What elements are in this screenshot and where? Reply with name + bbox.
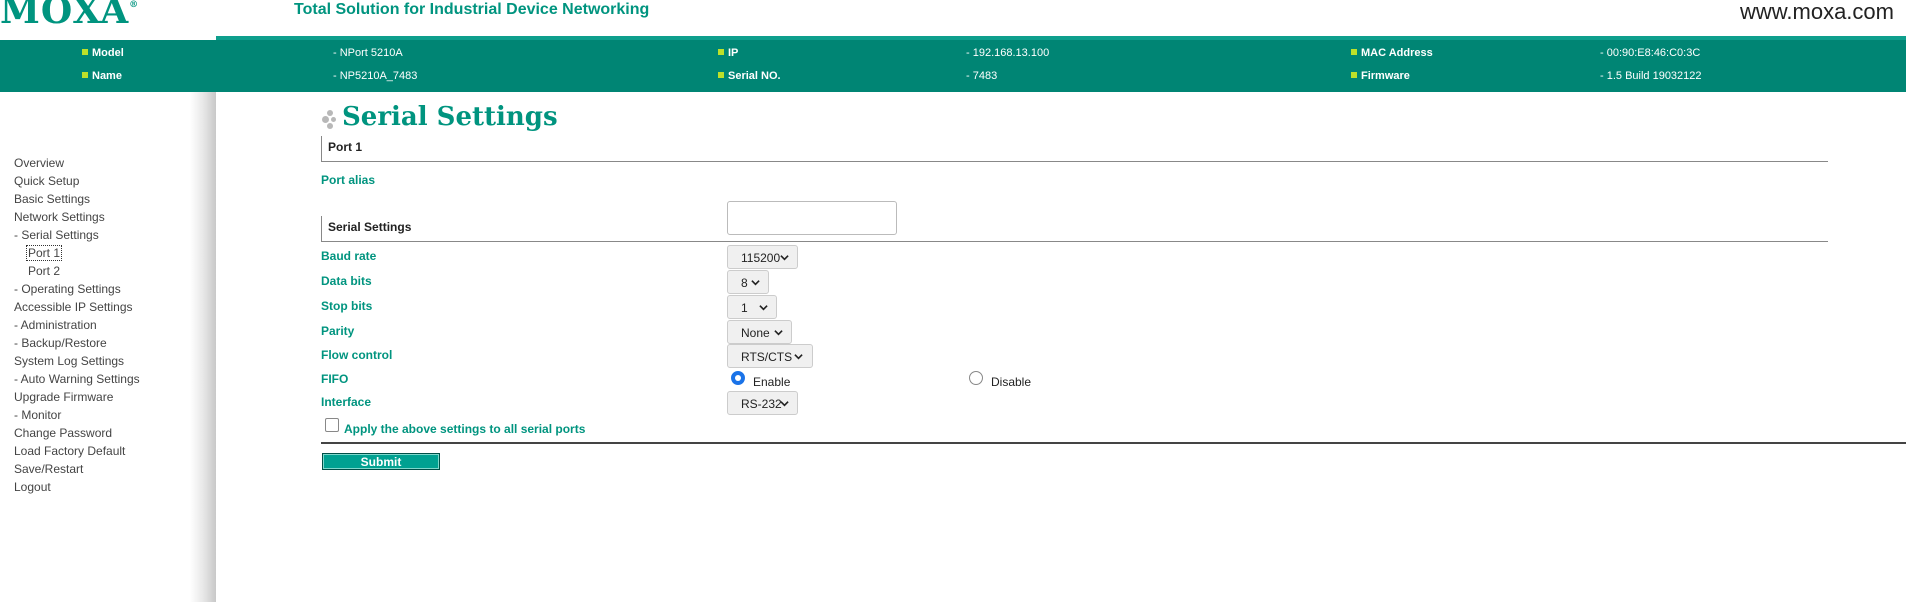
model-value: - NPort 5210A bbox=[333, 47, 403, 59]
sidebar-item-port-2[interactable]: Port 2 bbox=[28, 264, 60, 278]
sidebar-item-serial-settings[interactable]: - Serial Settings bbox=[14, 228, 99, 242]
moxa-logo: MOXA® bbox=[0, 0, 139, 32]
port-section-header: Port 1 bbox=[321, 136, 1828, 162]
website-link[interactable]: www.moxa.com bbox=[1740, 0, 1894, 25]
mac-label: MAC Address bbox=[1351, 47, 1433, 59]
sidebar-item-operating-settings[interactable]: - Operating Settings bbox=[14, 282, 121, 296]
mac-label-text: MAC Address bbox=[1361, 47, 1433, 59]
sidebar-item-accessible-ip-settings[interactable]: Accessible IP Settings bbox=[14, 300, 133, 314]
data-bits-select[interactable]: 8 bbox=[727, 270, 769, 294]
sidebar-item-upgrade-firmware[interactable]: Upgrade Firmware bbox=[14, 390, 113, 404]
interface-label: Interface bbox=[321, 395, 372, 409]
serial-section-header: Serial Settings bbox=[321, 216, 1828, 242]
flow-control-select[interactable]: RTS/CTS bbox=[727, 344, 813, 368]
ip-value: - 192.168.13.100 bbox=[966, 47, 1050, 59]
sidebar-item-overview[interactable]: Overview bbox=[14, 156, 64, 170]
sidebar-item-administration[interactable]: - Administration bbox=[14, 318, 97, 332]
baud-rate-value: 115200 bbox=[741, 251, 781, 265]
stop-bits-select[interactable]: 1 bbox=[727, 295, 777, 319]
sidebar-nav: Overview Quick Setup Basic Settings Netw… bbox=[0, 92, 216, 602]
model-label: Model bbox=[82, 47, 124, 59]
data-bits-label: Data bits bbox=[321, 274, 372, 288]
main-content: Serial Settings Port 1 Port alias Serial… bbox=[216, 92, 1906, 602]
sidebar-item-save-restart[interactable]: Save/Restart bbox=[14, 462, 83, 476]
chevron-down-icon bbox=[751, 280, 760, 286]
chevron-down-icon bbox=[759, 305, 768, 311]
bullet-icon bbox=[82, 49, 88, 55]
page-title: Serial Settings bbox=[342, 102, 558, 132]
interface-value: RS-232 bbox=[741, 397, 782, 411]
sidebar-item-logout[interactable]: Logout bbox=[14, 480, 51, 494]
serial-no-value: - 7483 bbox=[966, 70, 998, 82]
title-dots-icon bbox=[322, 110, 340, 130]
ip-label: IP bbox=[718, 47, 738, 59]
chevron-down-icon bbox=[774, 330, 783, 336]
sidebar-item-port-1[interactable]: Port 1 bbox=[26, 245, 63, 261]
logo-panel: MOXA® bbox=[0, 0, 216, 38]
bullet-icon bbox=[718, 72, 724, 78]
data-bits-value: 8 bbox=[741, 276, 748, 290]
firmware-label-text: Firmware bbox=[1361, 70, 1410, 82]
sidebar-item-network-settings[interactable]: Network Settings bbox=[14, 210, 105, 224]
stop-bits-label: Stop bits bbox=[321, 299, 373, 313]
sidebar-item-backup-restore[interactable]: - Backup/Restore bbox=[14, 336, 107, 350]
flow-control-label: Flow control bbox=[321, 348, 393, 362]
logo-registered-mark: ® bbox=[129, 0, 140, 10]
fifo-enable-radio[interactable] bbox=[731, 371, 745, 385]
submit-button[interactable]: Submit bbox=[322, 453, 440, 470]
info-row-2: Name - NP5210A_7483 Serial NO. - 7483 Fi… bbox=[0, 70, 1906, 90]
model-label-text: Model bbox=[92, 47, 124, 59]
logo-text: MOXA bbox=[0, 0, 130, 32]
bullet-icon bbox=[1351, 49, 1357, 55]
sidebar-item-system-log-settings[interactable]: System Log Settings bbox=[14, 354, 124, 368]
chevron-down-icon bbox=[794, 354, 803, 360]
fifo-label: FIFO bbox=[321, 372, 349, 386]
port-section-title: Port 1 bbox=[328, 140, 363, 154]
sidebar-item-quick-setup[interactable]: Quick Setup bbox=[14, 174, 79, 188]
bullet-icon bbox=[1351, 72, 1357, 78]
sidebar-item-load-factory-default[interactable]: Load Factory Default bbox=[14, 444, 125, 458]
info-row-1: Model - NPort 5210A IP - 192.168.13.100 … bbox=[0, 47, 1906, 67]
parity-select[interactable]: None bbox=[727, 320, 792, 344]
sidebar-item-change-password[interactable]: Change Password bbox=[14, 426, 112, 440]
sidebar-item-monitor[interactable]: - Monitor bbox=[14, 408, 61, 422]
baud-rate-select[interactable]: 115200 bbox=[727, 245, 798, 269]
chevron-down-icon bbox=[780, 255, 789, 261]
interface-select[interactable]: RS-232 bbox=[727, 391, 798, 415]
page-header: MOXA® Total Solution for Industrial Devi… bbox=[0, 0, 1906, 40]
stop-bits-value: 1 bbox=[741, 301, 748, 315]
serial-section-title: Serial Settings bbox=[328, 220, 412, 234]
firmware-value: - 1.5 Build 19032122 bbox=[1600, 70, 1702, 82]
serial-no-label: Serial NO. bbox=[718, 70, 781, 82]
mac-value: - 00:90:E8:46:C0:3C bbox=[1600, 47, 1701, 59]
parity-value: None bbox=[741, 326, 770, 340]
ip-label-text: IP bbox=[728, 47, 739, 59]
fifo-enable-label: Enable bbox=[753, 375, 791, 389]
flow-control-value: RTS/CTS bbox=[741, 350, 793, 364]
sidebar-item-auto-warning-settings[interactable]: - Auto Warning Settings bbox=[14, 372, 140, 386]
fifo-disable-radio[interactable] bbox=[969, 371, 983, 385]
name-value: - NP5210A_7483 bbox=[333, 70, 418, 82]
parity-label: Parity bbox=[321, 324, 355, 338]
port-alias-label: Port alias bbox=[321, 173, 376, 187]
firmware-label: Firmware bbox=[1351, 70, 1410, 82]
serial-no-label-text: Serial NO. bbox=[728, 70, 781, 82]
name-label: Name bbox=[82, 70, 122, 82]
name-label-text: Name bbox=[92, 70, 122, 82]
chevron-down-icon bbox=[780, 401, 789, 407]
device-info-bar: Model - NPort 5210A IP - 192.168.13.100 … bbox=[0, 40, 1906, 92]
bullet-icon bbox=[718, 49, 724, 55]
baud-rate-label: Baud rate bbox=[321, 249, 377, 263]
apply-all-checkbox[interactable] bbox=[325, 418, 339, 432]
fifo-disable-label: Disable bbox=[991, 375, 1032, 389]
bullet-icon bbox=[82, 72, 88, 78]
header-slogan: Total Solution for Industrial Device Net… bbox=[294, 1, 650, 18]
sidebar-item-basic-settings[interactable]: Basic Settings bbox=[14, 192, 90, 206]
